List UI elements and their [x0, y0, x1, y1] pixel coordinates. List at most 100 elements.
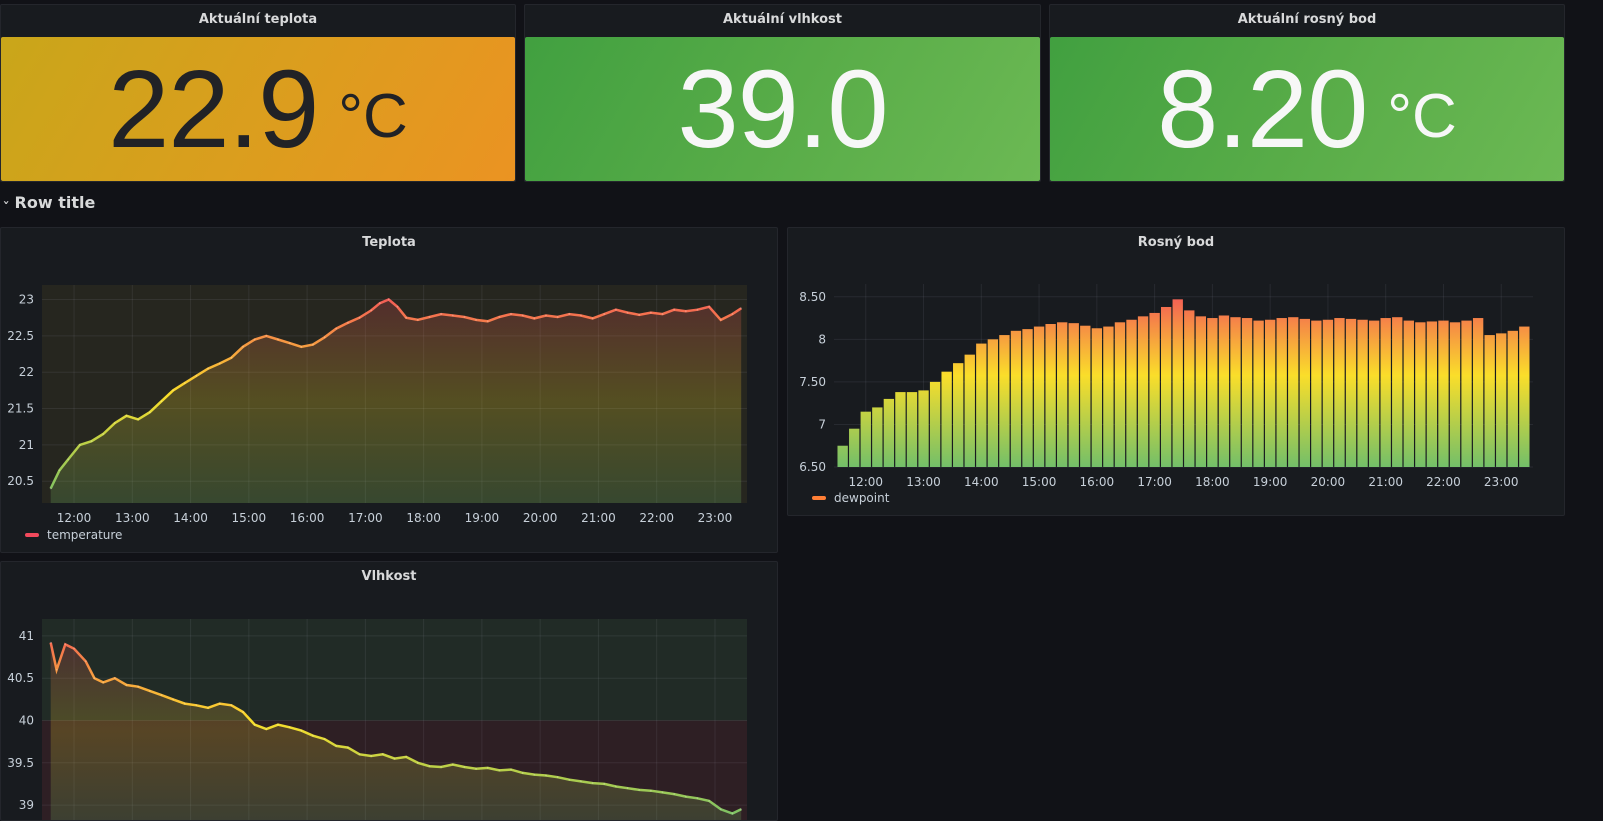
bar: [1496, 333, 1506, 467]
legend-label: temperature: [47, 528, 122, 542]
data-point: [732, 813, 734, 815]
bar: [941, 372, 951, 467]
x-tick-label: 23:00: [698, 511, 733, 525]
data-point: [56, 669, 58, 671]
x-tick-label: 14:00: [964, 475, 999, 489]
bar: [976, 344, 986, 467]
data-point: [196, 704, 198, 706]
data-point: [487, 320, 489, 322]
humidity-chart: 3939.54040.541: [1, 562, 778, 821]
row-header[interactable]: › Row title: [4, 193, 95, 212]
data-point: [662, 791, 664, 793]
y-tick-label: 7: [818, 417, 826, 431]
data-point: [405, 317, 407, 319]
data-point: [708, 306, 710, 308]
data-point: [85, 660, 87, 662]
data-point: [394, 758, 396, 760]
bar: [1207, 318, 1217, 467]
data-point: [114, 677, 116, 679]
bar: [999, 335, 1009, 467]
data-point: [568, 779, 570, 781]
data-point: [172, 698, 174, 700]
bar: [1311, 321, 1321, 467]
panel-title: Aktuální vlhkost: [525, 5, 1040, 35]
data-point: [289, 726, 291, 728]
legend-item[interactable]: dewpoint: [812, 491, 889, 505]
panel-title: Aktuální rosný bod: [1050, 5, 1564, 35]
y-tick-label: 20.5: [7, 474, 34, 488]
data-point: [242, 711, 244, 713]
data-point: [685, 796, 687, 798]
data-point: [335, 745, 337, 747]
data-point: [580, 315, 582, 317]
data-point: [697, 797, 699, 799]
bar: [1473, 318, 1483, 467]
bar: [1519, 327, 1529, 467]
data-point: [137, 419, 139, 421]
legend-item[interactable]: temperature: [25, 528, 122, 542]
legend-label: dewpoint: [834, 491, 889, 505]
x-tick-label: 23:00: [1484, 475, 1519, 489]
data-point: [452, 315, 454, 317]
data-point: [429, 316, 431, 318]
data-point: [324, 336, 326, 338]
data-point: [388, 299, 390, 301]
data-point: [580, 781, 582, 783]
chart-panel-dewpoint[interactable]: Rosný bod 6.5077.5088.5012:0013:0014:001…: [787, 227, 1565, 516]
bar: [1438, 321, 1448, 467]
data-point: [487, 767, 489, 769]
data-point: [370, 755, 372, 757]
bar: [1103, 327, 1113, 467]
stat-panel-humidity[interactable]: Aktuální vlhkost 39.0: [524, 4, 1041, 182]
data-point: [335, 328, 337, 330]
bar: [1508, 331, 1518, 467]
x-tick-label: 18:00: [406, 511, 441, 525]
data-point: [475, 319, 477, 321]
data-point: [673, 309, 675, 311]
data-point: [312, 344, 314, 346]
data-point: [300, 730, 302, 732]
bar: [1057, 322, 1067, 467]
data-point: [59, 469, 61, 471]
chart-panel-temperature[interactable]: Teplota 20.52121.52222.52312:0013:0014:0…: [0, 227, 778, 553]
bar: [837, 446, 847, 467]
y-tick-label: 8: [818, 332, 826, 346]
data-point: [720, 319, 722, 321]
bar: [1381, 318, 1391, 467]
stat-unit: °C: [1387, 81, 1457, 152]
data-point: [277, 724, 279, 726]
data-point: [161, 694, 163, 696]
legend-swatch: [812, 496, 826, 500]
y-tick-label: 22.5: [7, 329, 34, 343]
data-point: [67, 459, 69, 461]
stat-value: 39.0: [677, 46, 887, 173]
bar: [1323, 320, 1333, 467]
bar: [1288, 317, 1298, 467]
data-point: [370, 310, 372, 312]
stat-panel-dewpoint[interactable]: Aktuální rosný bod 8.20 °C: [1049, 4, 1565, 182]
chart-panel-humidity[interactable]: Vlhkost 3939.54040.541: [0, 561, 778, 821]
data-point: [662, 313, 664, 315]
y-tick-label: 41: [19, 629, 34, 643]
data-point: [464, 766, 466, 768]
data-point: [732, 313, 734, 315]
data-point: [347, 322, 349, 324]
data-point: [359, 753, 361, 755]
bar: [1450, 322, 1460, 467]
stat-panel-temperature[interactable]: Aktuální teplota 22.9 °C: [0, 4, 516, 182]
data-point: [603, 313, 605, 315]
dewpoint-chart: 6.5077.5088.5012:0013:0014:0015:0016:001…: [788, 228, 1565, 516]
stat-value: 8.20: [1157, 46, 1367, 173]
bar: [1427, 321, 1437, 467]
x-tick-label: 12:00: [57, 511, 92, 525]
data-point: [50, 642, 52, 644]
y-tick-label: 40: [19, 714, 34, 728]
bar: [988, 339, 998, 467]
data-point: [740, 307, 742, 309]
bar: [849, 429, 859, 467]
stat-value-box: 22.9 °C: [1, 37, 515, 181]
x-tick-label: 13:00: [115, 511, 150, 525]
data-point: [545, 775, 547, 777]
bar: [953, 363, 963, 467]
data-point: [324, 738, 326, 740]
